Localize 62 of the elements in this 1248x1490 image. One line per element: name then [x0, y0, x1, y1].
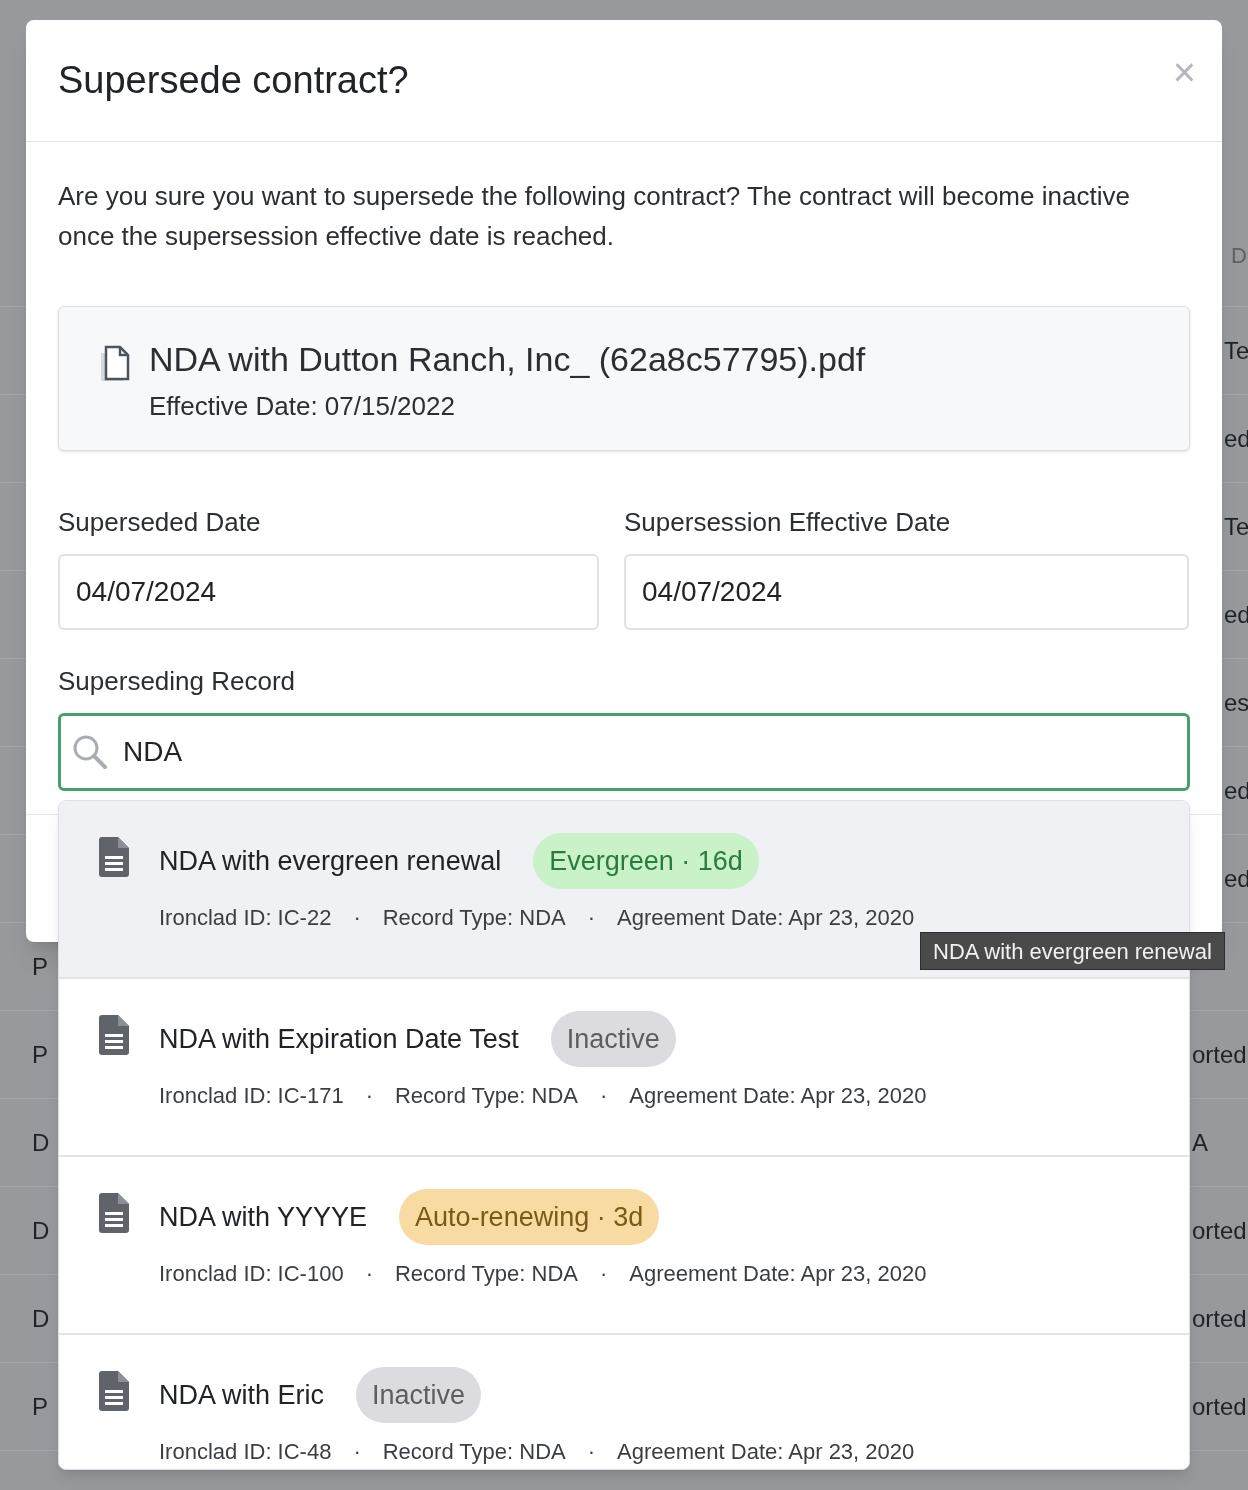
result-detail: Agreement Date: Apr 23, 2020: [629, 1260, 927, 1288]
separator-dot: ·: [600, 1260, 608, 1288]
result-detail: Record Type: NDA: [382, 1438, 566, 1466]
table-cell-text: P: [32, 1391, 49, 1422]
status-badge: Inactive: [356, 1367, 482, 1423]
field-label: Superseded Date: [58, 506, 262, 539]
table-cell-text: orted: [1192, 1039, 1248, 1070]
table-cell-text: D: [32, 1215, 51, 1246]
document-icon: [97, 1193, 131, 1233]
separator-dot: ·: [353, 1438, 361, 1466]
table-cell-text: P: [32, 1039, 49, 1070]
result-detail: Agreement Date: Apr 23, 2020: [617, 904, 915, 932]
field-label: Supersession Effective Date: [624, 506, 952, 539]
result-item[interactable]: NDA with Eric Inactive Ironclad ID: IC-48 · Record Type: NDA · Agreement Date: Apr 23, 2020: [59, 1335, 1189, 1469]
table-cell-text: orted: [1192, 1215, 1248, 1246]
separator-dot: ·: [365, 1260, 373, 1288]
document-icon: [97, 837, 131, 877]
table-cell-text: es: [1224, 687, 1248, 718]
result-detail: Record Type: NDA: [394, 1260, 578, 1288]
date-field[interactable]: 04/07/2024: [624, 554, 1189, 630]
table-cell-text: orted: [1192, 1303, 1248, 1334]
table-cell-text: D: [32, 1127, 51, 1158]
separator-dot: ·: [353, 904, 361, 932]
result-title: NDA with YYYYE: [159, 1200, 368, 1234]
result-detail: Ironclad ID: IC-171: [159, 1082, 344, 1110]
document-icon: [97, 1015, 131, 1055]
status-badge: Auto-renewing · 3d: [399, 1189, 660, 1245]
tooltip: NDA with evergreen renewal: [920, 932, 1225, 970]
result-item[interactable]: NDA with Expiration Date Test Inactive Ironclad ID: IC-171 · Record Type: NDA · Agreement Date: Apr 23, 2020: [59, 979, 1189, 1157]
result-detail: Ironclad ID: IC-48: [159, 1438, 332, 1466]
separator-dot: ·: [365, 1082, 373, 1110]
field-label: Superseding Record: [58, 665, 297, 698]
table-cell-text: Te: [1224, 511, 1248, 542]
table-cell-text: P: [32, 951, 49, 982]
confirmation-message: Are you sure you want to supersede the following contract? The contract will become inactive once the supersession effective date is reached.: [58, 180, 1131, 253]
dialog-title: Supersede contract?: [58, 58, 409, 103]
separator-dot: ·: [587, 1438, 596, 1466]
result-title: NDA with Expiration Date Test: [159, 1022, 519, 1056]
result-detail: Ironclad ID: IC-100: [159, 1260, 344, 1288]
result-detail: Record Type: NDA: [382, 904, 566, 932]
table-cell-text: Te: [1224, 335, 1248, 366]
document-icon: [97, 1371, 131, 1411]
result-item[interactable]: NDA with YYYYE Auto-renewing · 3d Ironclad ID: IC-100 · Record Type: NDA · Agreement Date: Apr 23, 2020: [59, 1157, 1189, 1335]
search-icon: [72, 734, 108, 770]
result-detail: Record Type: NDA: [394, 1082, 578, 1110]
result-title: NDA with Eric: [159, 1378, 325, 1412]
contract-name: NDA with Dutton Ranch, Inc_ (62a8c57795).pdf: [149, 339, 866, 379]
search-field[interactable]: NDA: [58, 713, 1190, 791]
result-detail: Ironclad ID: IC-22: [159, 904, 332, 932]
result-detail: Agreement Date: Apr 23, 2020: [617, 1438, 915, 1466]
separator-dot: ·: [600, 1082, 608, 1110]
status-badge: Evergreen · 16d: [533, 833, 759, 889]
result-title: NDA with evergreen renewal: [159, 844, 502, 878]
column-header: D: [1231, 242, 1248, 270]
date-field[interactable]: 04/07/2024: [58, 554, 599, 630]
status-badge: Inactive: [550, 1011, 676, 1067]
table-cell-text: D: [32, 1303, 51, 1334]
table-cell-text: orted: [1192, 1391, 1248, 1422]
separator-dot: ·: [587, 904, 596, 932]
effective-date: Effective Date: 07/15/2022: [149, 390, 456, 423]
result-detail: Agreement Date: Apr 23, 2020: [629, 1082, 927, 1110]
table-cell-text: A: [1192, 1127, 1209, 1158]
